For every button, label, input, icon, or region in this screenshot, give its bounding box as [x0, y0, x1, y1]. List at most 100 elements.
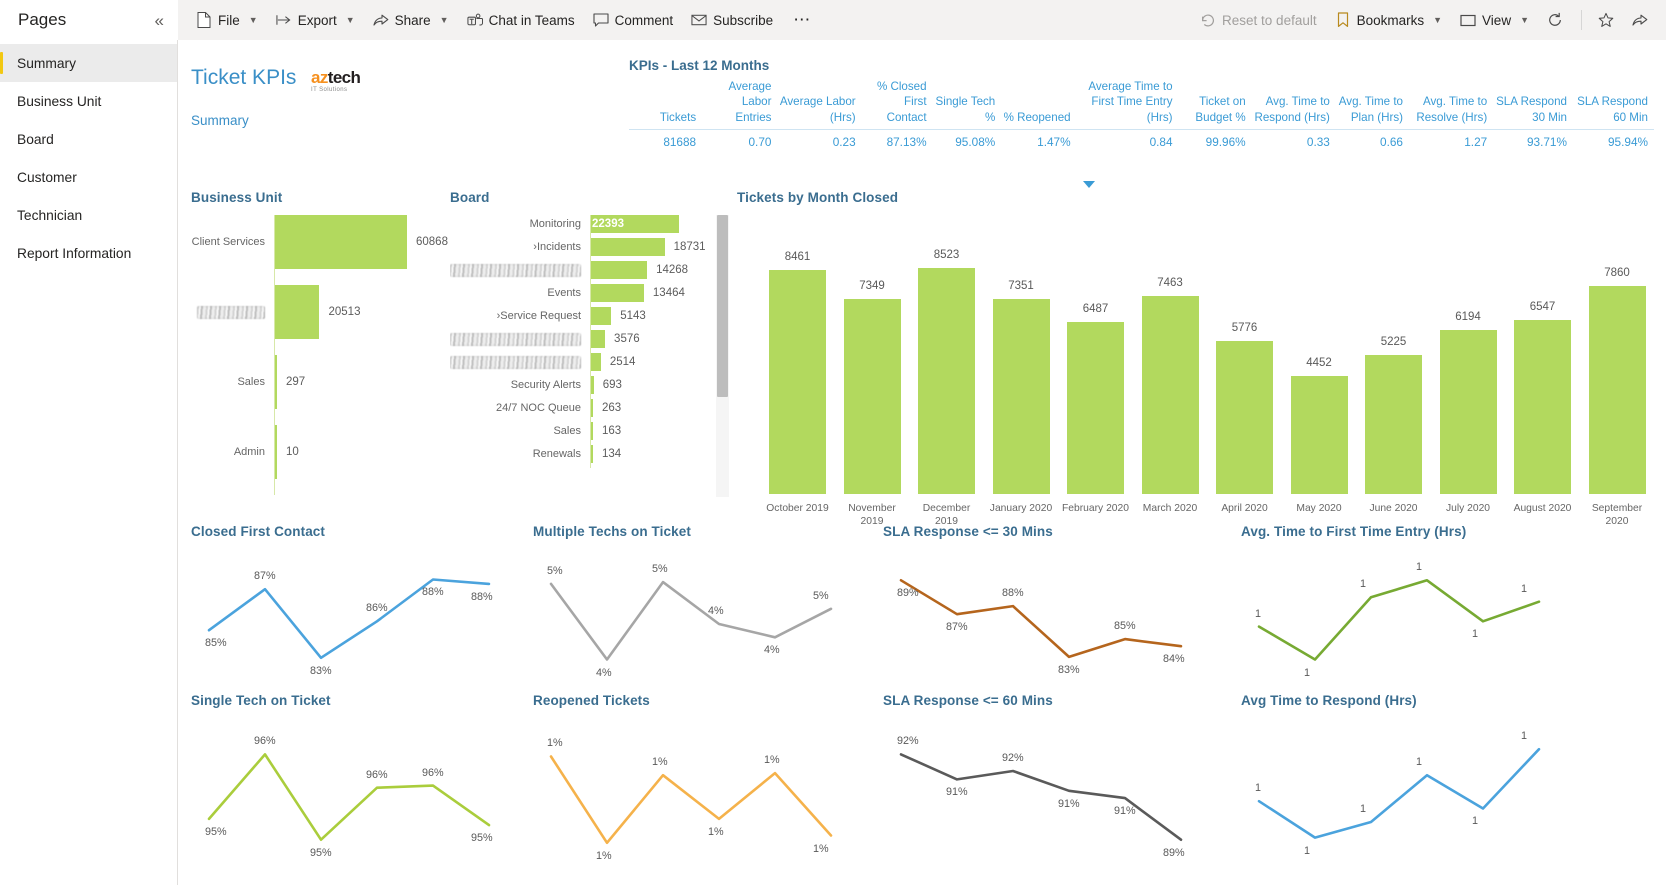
column-bar[interactable]: [769, 269, 826, 494]
column-category-label[interactable]: March 2020: [1135, 503, 1206, 516]
bar-segment[interactable]: [591, 353, 601, 371]
bar-category-label[interactable]: ›Service Request: [450, 307, 590, 325]
subscribe-button[interactable]: Subscribe: [683, 5, 781, 35]
bar-segment[interactable]: [591, 284, 644, 302]
page-item-technician[interactable]: Technician: [0, 196, 177, 234]
bar-category-label[interactable]: [450, 261, 590, 279]
column-bar[interactable]: [918, 267, 975, 494]
bar-segment[interactable]: [591, 445, 593, 463]
bar-segment[interactable]: [591, 399, 593, 417]
bar-category-label[interactable]: ›Incidents: [450, 238, 590, 256]
share-report-button[interactable]: [1624, 5, 1656, 35]
multiple-techs-on-ticket-chart[interactable]: 5% 4% 5% 4% 4% 5%: [533, 545, 853, 690]
column-category-label[interactable]: October 2019: [762, 503, 833, 516]
refresh-button[interactable]: [1539, 5, 1571, 35]
line-series-path[interactable]: [1257, 578, 1541, 661]
bar-category-label[interactable]: [450, 353, 590, 371]
kpi-col-pct-reopened[interactable]: % Reopened: [1001, 79, 1077, 130]
bar-segment[interactable]: [591, 330, 606, 348]
column-category-label[interactable]: May 2020: [1284, 503, 1355, 516]
bar-segment[interactable]: [591, 238, 665, 256]
comment-button[interactable]: Comment: [585, 5, 682, 35]
more-options-button[interactable]: ⋯: [783, 10, 821, 30]
chat-in-teams-button[interactable]: Chat in Teams: [459, 5, 583, 35]
bar-category-label[interactable]: [450, 330, 590, 348]
kpi-col-avg-time-to-resolve[interactable]: Avg. Time to Resolve (Hrs): [1409, 79, 1494, 130]
column-category-label[interactable]: September 2020: [1582, 503, 1653, 528]
column-category-label[interactable]: January 2020: [986, 503, 1057, 516]
sort-descending-icon[interactable]: [1083, 181, 1095, 188]
bar-segment[interactable]: [275, 215, 407, 269]
line-series-path[interactable]: [899, 578, 1183, 659]
kpi-col-average-labor-entries[interactable]: Average Labor Entries: [702, 79, 778, 130]
bar-category-label[interactable]: 24/7 NOC Queue: [450, 399, 590, 417]
column-bar[interactable]: [992, 299, 1050, 494]
kpi-col-single-tech-pct[interactable]: Single Tech %: [932, 79, 1002, 130]
bar-category-label[interactable]: Sales: [450, 422, 590, 440]
scrollbar-thumb[interactable]: [717, 215, 728, 397]
page-item-report-information[interactable]: Report Information: [0, 234, 177, 272]
bar-category-label[interactable]: Sales: [191, 355, 274, 409]
column-bar[interactable]: [1439, 329, 1497, 494]
line-series-path[interactable]: [899, 753, 1183, 841]
board-chart-scrollbar[interactable]: [716, 215, 729, 497]
column-bar[interactable]: [843, 299, 901, 494]
sla-response-30-mins-chart[interactable]: 89% 87% 88% 83% 85% 84%: [883, 545, 1203, 690]
column-category-label[interactable]: August 2020: [1507, 503, 1578, 516]
kpi-col-avg-time-to-plan[interactable]: Avg. Time to Plan (Hrs): [1335, 79, 1409, 130]
kpi-col-sla-respond-30-min[interactable]: SLA Respond 30 Min: [1493, 79, 1573, 130]
export-menu-button[interactable]: Export ▼: [268, 5, 363, 35]
kpi-col-tickets[interactable]: Tickets: [629, 79, 703, 130]
single-tech-on-ticket-chart[interactable]: 95% 96% 95% 96% 96% 95%: [191, 714, 511, 874]
column-bar[interactable]: [1365, 355, 1422, 494]
page-item-board[interactable]: Board: [0, 120, 177, 158]
kpi-matrix-visual[interactable]: KPIs - Last 12 Months Tickets Average La…: [629, 58, 1654, 188]
page-item-summary[interactable]: Summary: [0, 44, 177, 82]
avg-time-first-entry-chart[interactable]: 1 1 1 1 1 1: [1241, 545, 1561, 690]
column-bar[interactable]: [1141, 296, 1199, 494]
bar-category-label[interactable]: Events: [450, 284, 590, 302]
kpi-col-ticket-on-budget-pct[interactable]: Ticket on Budget %: [1178, 79, 1252, 130]
kpi-col-avg-time-first-entry[interactable]: Average Time to First Time Entry (Hrs): [1076, 79, 1179, 130]
bar-segment[interactable]: [591, 376, 594, 394]
tickets-by-month-closed-chart[interactable]: 8461 October 2019 7349 November 2019 8523 Dec…: [737, 218, 1657, 528]
bar-category-label[interactable]: Renewals: [450, 445, 590, 463]
column-category-label[interactable]: February 2020: [1060, 503, 1131, 516]
line-series-path[interactable]: [1257, 747, 1541, 839]
avg-time-to-respond-chart[interactable]: 1 1 1 1 1 1: [1241, 714, 1561, 874]
board-chart[interactable]: Monitoring 22393 ›Incidents 18731 14268 Event…: [450, 215, 730, 525]
column-bar[interactable]: [1067, 321, 1124, 494]
column-bar[interactable]: [1588, 285, 1646, 494]
view-menu-button[interactable]: View ▼: [1452, 5, 1537, 35]
column-category-label[interactable]: April 2020: [1209, 503, 1280, 516]
chevron-double-left-icon[interactable]: «: [155, 12, 164, 29]
reset-to-default-button[interactable]: Reset to default: [1192, 5, 1325, 35]
column-bar[interactable]: [1216, 340, 1273, 494]
bar-category-label[interactable]: Security Alerts: [450, 376, 590, 394]
column-category-label[interactable]: July 2020: [1433, 503, 1504, 516]
sla-response-60-mins-chart[interactable]: 92% 91% 92% 91% 91% 89%: [883, 714, 1203, 874]
line-series-path[interactable]: [207, 578, 491, 660]
file-menu-button[interactable]: File ▼: [188, 5, 266, 35]
bookmarks-menu-button[interactable]: Bookmarks ▼: [1327, 5, 1450, 35]
bar-segment[interactable]: [275, 285, 320, 339]
page-item-customer[interactable]: Customer: [0, 158, 177, 196]
bar-segment[interactable]: [275, 355, 277, 409]
bar-category-label[interactable]: Admin: [191, 425, 274, 479]
kpi-col-avg-time-to-respond[interactable]: Avg. Time to Respond (Hrs): [1251, 79, 1336, 130]
column-bar[interactable]: [1290, 375, 1348, 494]
bar-segment[interactable]: [591, 261, 648, 279]
bar-segment[interactable]: [275, 425, 277, 479]
line-series-path[interactable]: [549, 580, 833, 661]
kpi-col-sla-respond-60-min[interactable]: SLA Respond 60 Min: [1572, 79, 1654, 130]
bar-category-label[interactable]: [191, 285, 274, 339]
bar-category-label[interactable]: Client Services: [191, 215, 274, 269]
bar-segment[interactable]: [591, 307, 612, 325]
line-series-path[interactable]: [549, 755, 833, 845]
business-unit-chart[interactable]: Client Services 60868 20513 Sales 297 Admin 10: [191, 215, 456, 505]
kpi-col-pct-closed-first-contact[interactable]: % Closed First Contact: [861, 79, 933, 130]
column-bar[interactable]: [1514, 320, 1571, 494]
kpi-col-average-labor-hrs[interactable]: Average Labor (Hrs): [777, 79, 862, 130]
page-item-business-unit[interactable]: Business Unit: [0, 82, 177, 120]
column-category-label[interactable]: June 2020: [1358, 503, 1429, 516]
